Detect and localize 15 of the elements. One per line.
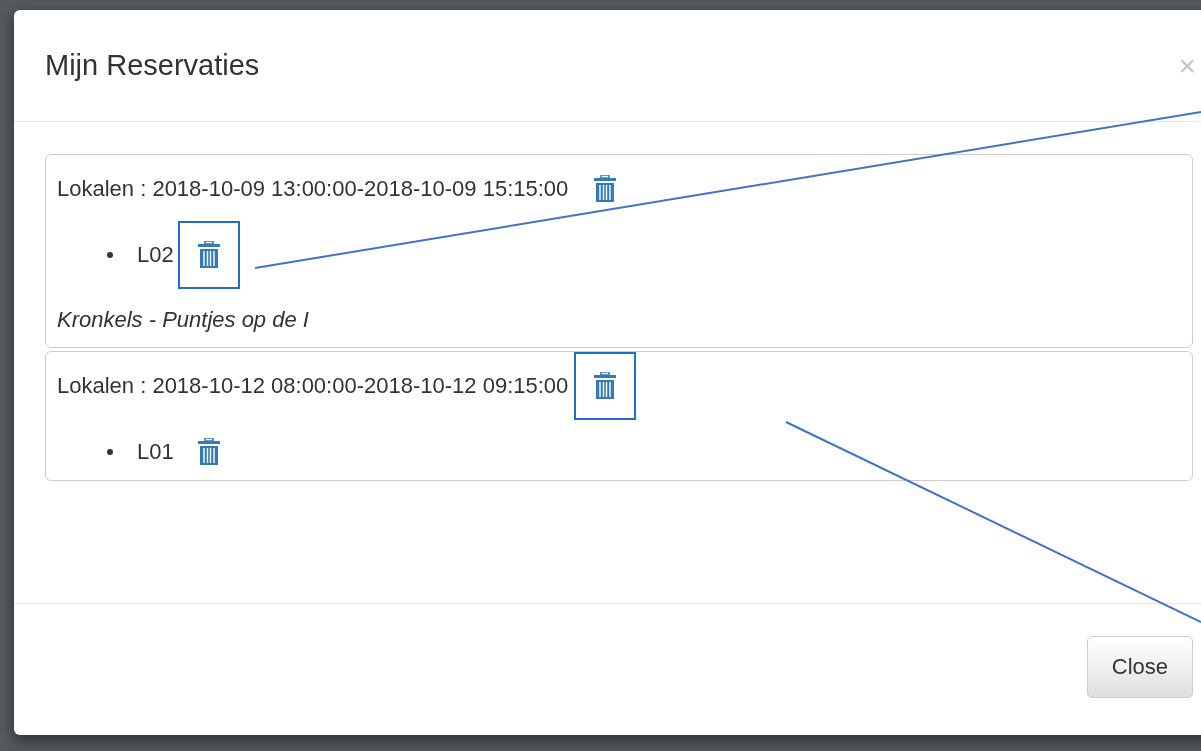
delete-button[interactable] [177, 221, 240, 289]
modal-title: Mijn Reservaties [45, 49, 260, 82]
reservation-note: Kronkels - Puntjes op de I [57, 307, 310, 333]
reservation-heading: Lokalen : 2018-10-09 13:00:00-2018-10-09 15:15:00 [57, 176, 569, 202]
reservation-heading: Lokalen : 2018-10-12 08:00:00-2018-10-12 09:15:00 [57, 373, 569, 399]
delete-button[interactable] [574, 352, 637, 420]
room-name: L02 [137, 242, 174, 268]
room-name: L01 [137, 439, 174, 465]
trash-icon [594, 372, 617, 400]
bullet-icon [107, 252, 113, 258]
trash-icon [197, 438, 220, 466]
bullet-icon [107, 449, 113, 455]
trash-icon [594, 175, 617, 203]
trash-icon [197, 241, 220, 269]
close-button[interactable]: Close [1086, 636, 1193, 698]
